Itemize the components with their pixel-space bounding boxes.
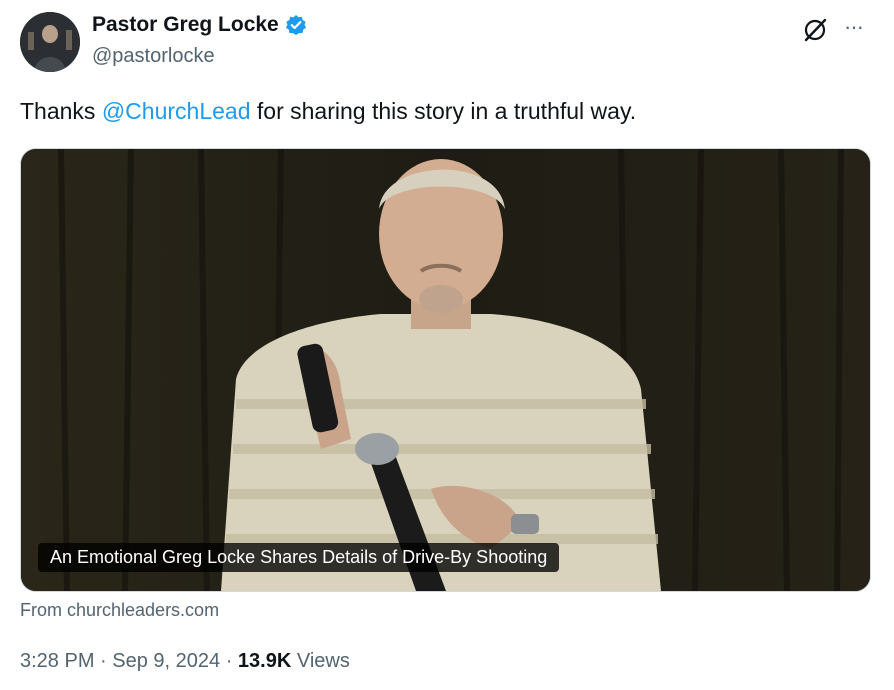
mention-link[interactable]: @ChurchLead bbox=[102, 98, 251, 124]
views-count[interactable]: 13.9K bbox=[238, 650, 291, 672]
more-options-icon[interactable]: ··· bbox=[844, 14, 864, 40]
meta-separator: · bbox=[220, 650, 238, 672]
tweet-metadata: 3:28 PM · Sep 9, 2024 · 13.9K Views bbox=[20, 650, 350, 673]
avatar-image bbox=[20, 12, 80, 72]
author-name-row[interactable]: Pastor Greg Locke bbox=[92, 13, 307, 37]
grok-icon[interactable] bbox=[802, 17, 828, 43]
author-handle[interactable]: @pastorlocke bbox=[92, 45, 215, 68]
tweet-date[interactable]: Sep 9, 2024 bbox=[112, 650, 220, 672]
tweet-time[interactable]: 3:28 PM bbox=[20, 650, 94, 672]
tweet-text-before: Thanks bbox=[20, 98, 102, 124]
card-caption: An Emotional Greg Locke Shares Details o… bbox=[38, 543, 560, 572]
avatar[interactable] bbox=[20, 12, 80, 72]
media-image bbox=[21, 149, 870, 591]
verified-badge-icon bbox=[285, 14, 307, 36]
card-source-link[interactable]: From churchleaders.com bbox=[20, 600, 219, 621]
tweet-text: Thanks @ChurchLead for sharing this stor… bbox=[20, 98, 636, 125]
author-display-name[interactable]: Pastor Greg Locke bbox=[92, 13, 279, 37]
meta-separator: · bbox=[94, 650, 113, 672]
views-label: Views bbox=[291, 650, 350, 672]
tweet-text-after: for sharing this story in a truthful way… bbox=[250, 98, 637, 124]
link-card-media[interactable]: An Emotional Greg Locke Shares Details o… bbox=[20, 148, 871, 592]
